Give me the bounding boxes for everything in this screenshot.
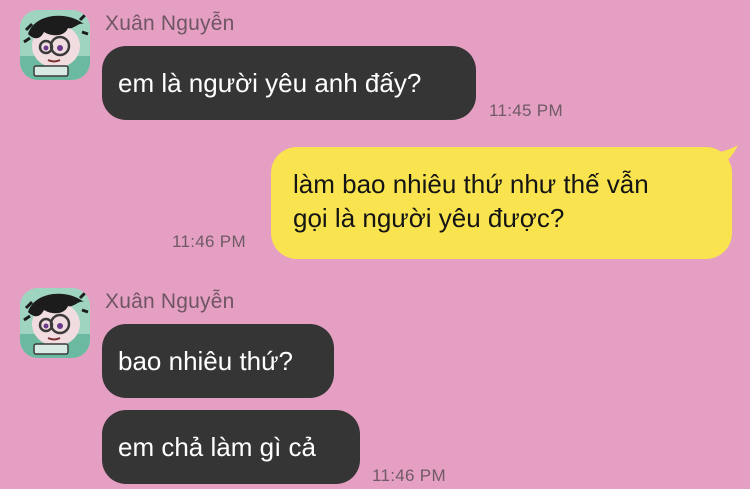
avatar[interactable] [20,288,90,358]
message-text: bao nhiêu thứ? [118,346,293,376]
cartoon-avatar-icon [20,10,90,80]
message-bubble[interactable]: bao nhiêu thứ? [102,324,334,398]
message-text-line: làm bao nhiêu thứ như thế vẫn [293,169,649,199]
chat-screen: { "messages": [ { "sender": "Xuân Nguyễn… [0,0,750,489]
message-bubble[interactable]: làm bao nhiêu thứ như thế vẫn gọi là ngư… [271,147,732,259]
cartoon-avatar-icon [20,288,90,358]
message-bubble[interactable]: em chả làm gì cả [102,410,360,484]
message-text: em chả làm gì cả [118,432,316,462]
message-timestamp: 11:46 PM [372,466,446,485]
message-timestamp: 11:46 PM [172,232,246,251]
message-text-line: gọi là người yêu được? [293,203,565,233]
message-timestamp: 11:45 PM [489,101,563,120]
message-text: em là người yêu anh đấy? [118,68,422,98]
sender-name: Xuân Nguyễn [105,290,235,313]
message-bubble[interactable]: em là người yêu anh đấy? [102,46,476,120]
bubble-tail-icon [716,145,738,163]
sender-name: Xuân Nguyễn [105,12,235,35]
avatar[interactable] [20,10,90,80]
